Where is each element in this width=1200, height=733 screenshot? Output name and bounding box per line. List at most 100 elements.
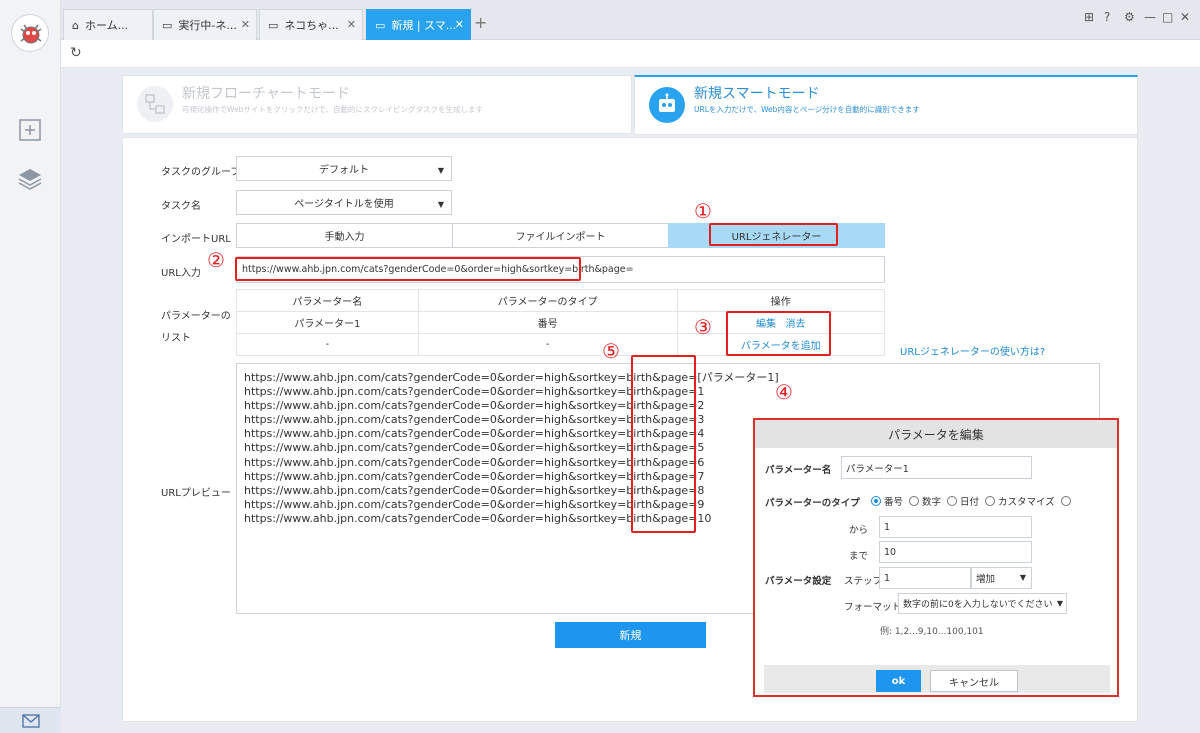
reload-icon[interactable]: ↻ bbox=[70, 45, 82, 61]
tab-label: 新規 | スマ... bbox=[391, 19, 457, 32]
gear-icon[interactable]: ⚙ bbox=[1124, 10, 1135, 24]
ok-button[interactable]: ok bbox=[876, 670, 921, 692]
dialog-name-label: パラメーター名 bbox=[765, 465, 832, 476]
from-input[interactable]: 1 bbox=[879, 516, 1032, 538]
robot-icon bbox=[649, 87, 685, 123]
annotation-box-1 bbox=[709, 223, 838, 246]
close-icon[interactable]: ✕ bbox=[241, 18, 250, 31]
annotation-marker-1: ① bbox=[694, 199, 712, 223]
format-label: フォーマット bbox=[844, 602, 902, 613]
close-window-icon[interactable]: ✕ bbox=[1180, 10, 1190, 24]
new-tab-button[interactable]: + bbox=[474, 13, 487, 32]
page-icon: ▭ bbox=[375, 18, 386, 32]
radio-digit[interactable]: 数字 bbox=[909, 494, 941, 508]
radio-date[interactable]: 日付 bbox=[947, 494, 979, 508]
col-param-name: パラメーター名 bbox=[236, 289, 419, 312]
smart-mode-card[interactable]: 新規スマートモード URLを入力だけで、Web内容とページ分けを自動的に識別でき… bbox=[634, 75, 1138, 135]
dropdown-arrow-icon: ▼ bbox=[437, 200, 444, 209]
col-param-type: パラメーターのタイプ bbox=[417, 289, 678, 312]
annotation-box-3 bbox=[726, 311, 831, 356]
format-select[interactable]: 数字の前に0を入力しないでください ▼ bbox=[898, 593, 1067, 614]
flowchart-mode-card[interactable]: 新規フローチャートモード 可視化操作でWebサイトをクリックだけで、自動的にスク… bbox=[122, 75, 632, 134]
task-group-value: デフォルト bbox=[319, 165, 369, 176]
param-type-cell: - bbox=[417, 333, 678, 356]
tab-label: ネコちゃ... bbox=[284, 19, 339, 32]
task-group-label: タスクのグループ bbox=[161, 167, 241, 178]
param-type-cell: 番号 bbox=[417, 311, 678, 334]
new-task-icon[interactable] bbox=[17, 117, 43, 143]
dialog-type-label: パラメーターのタイプ bbox=[765, 498, 860, 509]
edit-param-dialog: パラメータを編集 パラメーター名 パラメーター1 パラメーターのタイプ 番号 数字… bbox=[753, 418, 1119, 697]
flowchart-mode-subtitle: 可視化操作でWebサイトをクリックだけで、自動的にスクレイピングタスクを生成しま… bbox=[182, 105, 484, 114]
radio-number[interactable]: 番号 bbox=[871, 494, 903, 508]
step-mode-select[interactable]: 増加 ▼ bbox=[971, 567, 1032, 589]
minimize-icon[interactable]: — bbox=[1144, 10, 1156, 24]
to-input[interactable]: 10 bbox=[879, 541, 1032, 563]
step-value: 1 bbox=[884, 572, 891, 584]
step-label: ステップ bbox=[844, 576, 883, 587]
task-name-value: ページタイトルを使用 bbox=[294, 199, 394, 210]
import-file-tab[interactable]: ファイルインポート bbox=[452, 223, 669, 248]
import-manual-label: 手動入力 bbox=[324, 232, 365, 243]
flowchart-icon bbox=[137, 86, 173, 122]
annotation-marker-2: ② bbox=[207, 248, 225, 272]
chevron-down-icon: ▼ bbox=[1019, 573, 1026, 582]
format-example: 例: 1,2...9,10...100,101 bbox=[880, 627, 984, 637]
annotation-marker-4: ④ bbox=[775, 380, 793, 404]
tab-label: 実行中-ネ... bbox=[178, 19, 237, 32]
tab-neko[interactable]: ▭ ネコちゃ... ✕ bbox=[259, 9, 363, 40]
to-value: 10 bbox=[884, 546, 897, 558]
help-icon[interactable]: ? bbox=[1104, 10, 1110, 24]
nav-bar bbox=[61, 40, 1200, 68]
import-manual-tab[interactable]: 手動入力 bbox=[236, 223, 453, 248]
tab-home[interactable]: ⌂ ホーム... bbox=[63, 9, 153, 40]
task-name-select[interactable]: ページタイトルを使用 ▼ bbox=[236, 190, 452, 215]
page-icon: ▭ bbox=[268, 18, 279, 32]
to-label: まで bbox=[849, 551, 869, 562]
url-input-label: URL入力 bbox=[161, 268, 201, 279]
step-input[interactable]: 1 bbox=[879, 567, 971, 589]
app-logo bbox=[11, 14, 49, 52]
annotation-marker-5: ⑤ bbox=[602, 339, 620, 363]
create-button[interactable]: 新規 bbox=[555, 622, 706, 648]
page-icon: ▭ bbox=[162, 18, 173, 32]
left-sidebar bbox=[0, 0, 61, 733]
maximize-icon[interactable]: □ bbox=[1162, 10, 1173, 24]
mail-icon[interactable] bbox=[0, 707, 61, 733]
setting-label: パラメータ設定 bbox=[765, 576, 832, 587]
annotation-box-2 bbox=[235, 257, 581, 281]
param-name-cell: パラメーター1 bbox=[236, 311, 419, 334]
dropdown-arrow-icon: ▼ bbox=[437, 166, 444, 175]
format-value: 数字の前に0を入力しないでください bbox=[903, 600, 1053, 610]
from-label: から bbox=[849, 525, 869, 536]
close-icon[interactable]: ✕ bbox=[455, 18, 464, 31]
url-preview-label: URLプレビュー bbox=[161, 488, 231, 499]
type-radio-group: 番号 数字 日付 カスタマイズ bbox=[871, 494, 1080, 509]
annotation-box-5 bbox=[631, 355, 696, 533]
tab-running[interactable]: ▭ 実行中-ネ... ✕ bbox=[153, 9, 257, 40]
chevron-down-icon: ▼ bbox=[1056, 599, 1063, 608]
radio-label: 日付 bbox=[960, 497, 980, 508]
radio-custom[interactable]: カスタマイズ bbox=[985, 494, 1055, 508]
tab-label: ホーム... bbox=[84, 19, 129, 32]
ok-label: ok bbox=[891, 675, 906, 687]
param-name-value: パラメーター1 bbox=[846, 463, 909, 475]
radio-extra[interactable] bbox=[1060, 496, 1074, 506]
generator-help-link[interactable]: URLジェネレーターの使い方は? bbox=[900, 343, 1045, 358]
table-header-row: パラメーター名 パラメーターのタイプ 操作 bbox=[236, 289, 886, 312]
create-button-label: 新規 bbox=[619, 629, 642, 642]
gift-icon[interactable]: ⊞ bbox=[1084, 10, 1094, 24]
flowchart-mode-title: 新規フローチャートモード bbox=[182, 86, 350, 102]
task-group-select[interactable]: デフォルト ▼ bbox=[236, 156, 452, 181]
layers-icon[interactable] bbox=[17, 166, 43, 192]
close-icon[interactable]: ✕ bbox=[347, 18, 356, 31]
cancel-button[interactable]: キャンセル bbox=[930, 670, 1018, 692]
home-icon: ⌂ bbox=[72, 18, 79, 32]
cancel-label: キャンセル bbox=[949, 677, 999, 689]
dialog-footer: ok キャンセル bbox=[764, 665, 1110, 693]
radio-label: 番号 bbox=[884, 497, 904, 508]
annotation-marker-3: ③ bbox=[694, 315, 712, 339]
tab-new-smart[interactable]: ▭ 新規 | スマ... ✕ bbox=[366, 9, 471, 40]
dialog-header: パラメータを編集 bbox=[755, 420, 1117, 448]
param-name-input[interactable]: パラメーター1 bbox=[841, 456, 1032, 479]
